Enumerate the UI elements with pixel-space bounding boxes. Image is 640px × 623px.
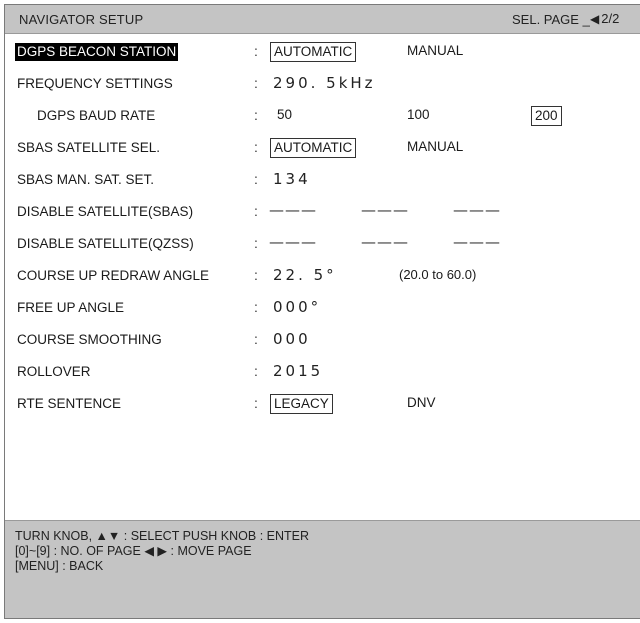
colon-separator: :	[254, 395, 258, 411]
range-hint: (20.0 to 60.0)	[399, 267, 477, 282]
option-legacy[interactable]: LEGACY	[270, 394, 333, 414]
setting-label: FREQUENCY SETTINGS	[17, 76, 173, 91]
option-100[interactable]: 100	[403, 106, 434, 124]
setting-row-sbas-satellite-sel[interactable]: SBAS SATELLITE SEL. : AUTOMATIC MANUAL	[5, 135, 640, 161]
left-arrow-icon: ◀	[590, 12, 600, 26]
option-200[interactable]: 200	[531, 106, 562, 126]
redraw-angle-value[interactable]: 22. 5°	[273, 266, 337, 284]
help-line-back: [MENU] : BACK	[15, 559, 104, 573]
frequency-value[interactable]: 290. 5kHz	[273, 74, 376, 92]
page-title: NAVIGATOR SETUP	[19, 12, 144, 27]
setting-label: SBAS SATELLITE SEL.	[17, 140, 161, 155]
setting-row-sbas-man-sat-set[interactable]: SBAS MAN. SAT. SET. : 134	[5, 167, 640, 193]
setting-row-rte-sentence[interactable]: RTE SENTENCE : LEGACY DNV	[5, 391, 640, 417]
setting-label: FREE UP ANGLE	[17, 300, 125, 315]
page-number: 2/2	[601, 11, 620, 26]
page-indicator[interactable]: ◀ 2/2	[590, 11, 619, 26]
setting-label: DGPS BEACON STATION	[15, 43, 179, 61]
option-automatic[interactable]: AUTOMATIC	[270, 138, 357, 158]
setting-row-disable-satellite-qzss[interactable]: DISABLE SATELLITE(QZSS) : ——— ——— ———	[5, 231, 640, 257]
rollover-value[interactable]: 2015	[273, 362, 323, 380]
colon-separator: :	[254, 299, 258, 315]
colon-separator: :	[254, 139, 258, 155]
setting-row-course-up-redraw-angle[interactable]: COURSE UP REDRAW ANGLE : 22. 5° (20.0 to…	[5, 263, 640, 289]
setting-row-rollover[interactable]: ROLLOVER : 2015	[5, 359, 640, 385]
navigator-setup-window: NAVIGATOR SETUP SEL. PAGE _ ◀ 2/2 DGPS BE…	[4, 4, 640, 619]
disabled-satellite-slot[interactable]: ———	[269, 201, 317, 219]
disabled-satellite-slot[interactable]: ———	[361, 201, 409, 219]
setting-row-frequency-settings[interactable]: FREQUENCY SETTINGS : 290. 5kHz	[5, 71, 640, 97]
setting-label: COURSE SMOOTHING	[17, 332, 162, 347]
option-manual[interactable]: MANUAL	[403, 138, 467, 156]
colon-separator: :	[254, 107, 258, 123]
setting-label: DISABLE SATELLITE(QZSS)	[17, 236, 194, 251]
colon-separator: :	[254, 171, 258, 187]
setting-row-free-up-angle[interactable]: FREE UP ANGLE : 000°	[5, 295, 640, 321]
sat-number-value[interactable]: 134	[273, 170, 311, 188]
option-50[interactable]: 50	[273, 106, 296, 124]
disabled-satellite-slot[interactable]: ———	[453, 233, 501, 251]
setting-label: RTE SENTENCE	[17, 396, 122, 411]
help-footer: TURN KNOB, ▲▼ : SELECT PUSH KNOB : ENTER…	[5, 520, 640, 618]
colon-separator: :	[254, 331, 258, 347]
disabled-satellite-slot[interactable]: ———	[361, 233, 409, 251]
free-up-angle-value[interactable]: 000°	[273, 298, 321, 316]
colon-separator: :	[254, 363, 258, 379]
setting-row-dgps-baud-rate[interactable]: DGPS BAUD RATE : 50 100 200	[5, 103, 640, 129]
colon-separator: :	[254, 203, 258, 219]
setting-row-dgps-beacon-station[interactable]: DGPS BEACON STATION : AUTOMATIC MANUAL	[5, 39, 640, 65]
setting-label: DGPS BAUD RATE	[37, 108, 156, 123]
setting-label: COURSE UP REDRAW ANGLE	[17, 268, 210, 283]
help-line-select-enter: TURN KNOB, ▲▼ : SELECT PUSH KNOB : ENTER	[15, 529, 310, 543]
setting-row-disable-satellite-sbas[interactable]: DISABLE SATELLITE(SBAS) : ——— ——— ———	[5, 199, 640, 225]
disabled-satellite-slot[interactable]: ———	[269, 233, 317, 251]
colon-separator: :	[254, 235, 258, 251]
setting-row-course-smoothing[interactable]: COURSE SMOOTHING : 000	[5, 327, 640, 353]
disabled-satellite-slot[interactable]: ———	[453, 201, 501, 219]
colon-separator: :	[254, 43, 258, 59]
colon-separator: :	[254, 75, 258, 91]
setting-label: DISABLE SATELLITE(SBAS)	[17, 204, 194, 219]
help-line-page-nav: [0]~[9] : NO. OF PAGE ◀ ▶ : MOVE PAGE	[15, 544, 252, 558]
colon-separator: :	[254, 267, 258, 283]
option-automatic[interactable]: AUTOMATIC	[270, 42, 357, 62]
option-dnv[interactable]: DNV	[403, 394, 440, 412]
option-manual[interactable]: MANUAL	[403, 42, 467, 60]
setting-label: SBAS MAN. SAT. SET.	[17, 172, 155, 187]
sel-page-field[interactable]: SEL. PAGE _	[512, 12, 590, 27]
setting-label: ROLLOVER	[17, 364, 91, 379]
course-smoothing-value[interactable]: 000	[273, 330, 311, 348]
header-bar: NAVIGATOR SETUP SEL. PAGE _ ◀ 2/2	[5, 5, 640, 34]
